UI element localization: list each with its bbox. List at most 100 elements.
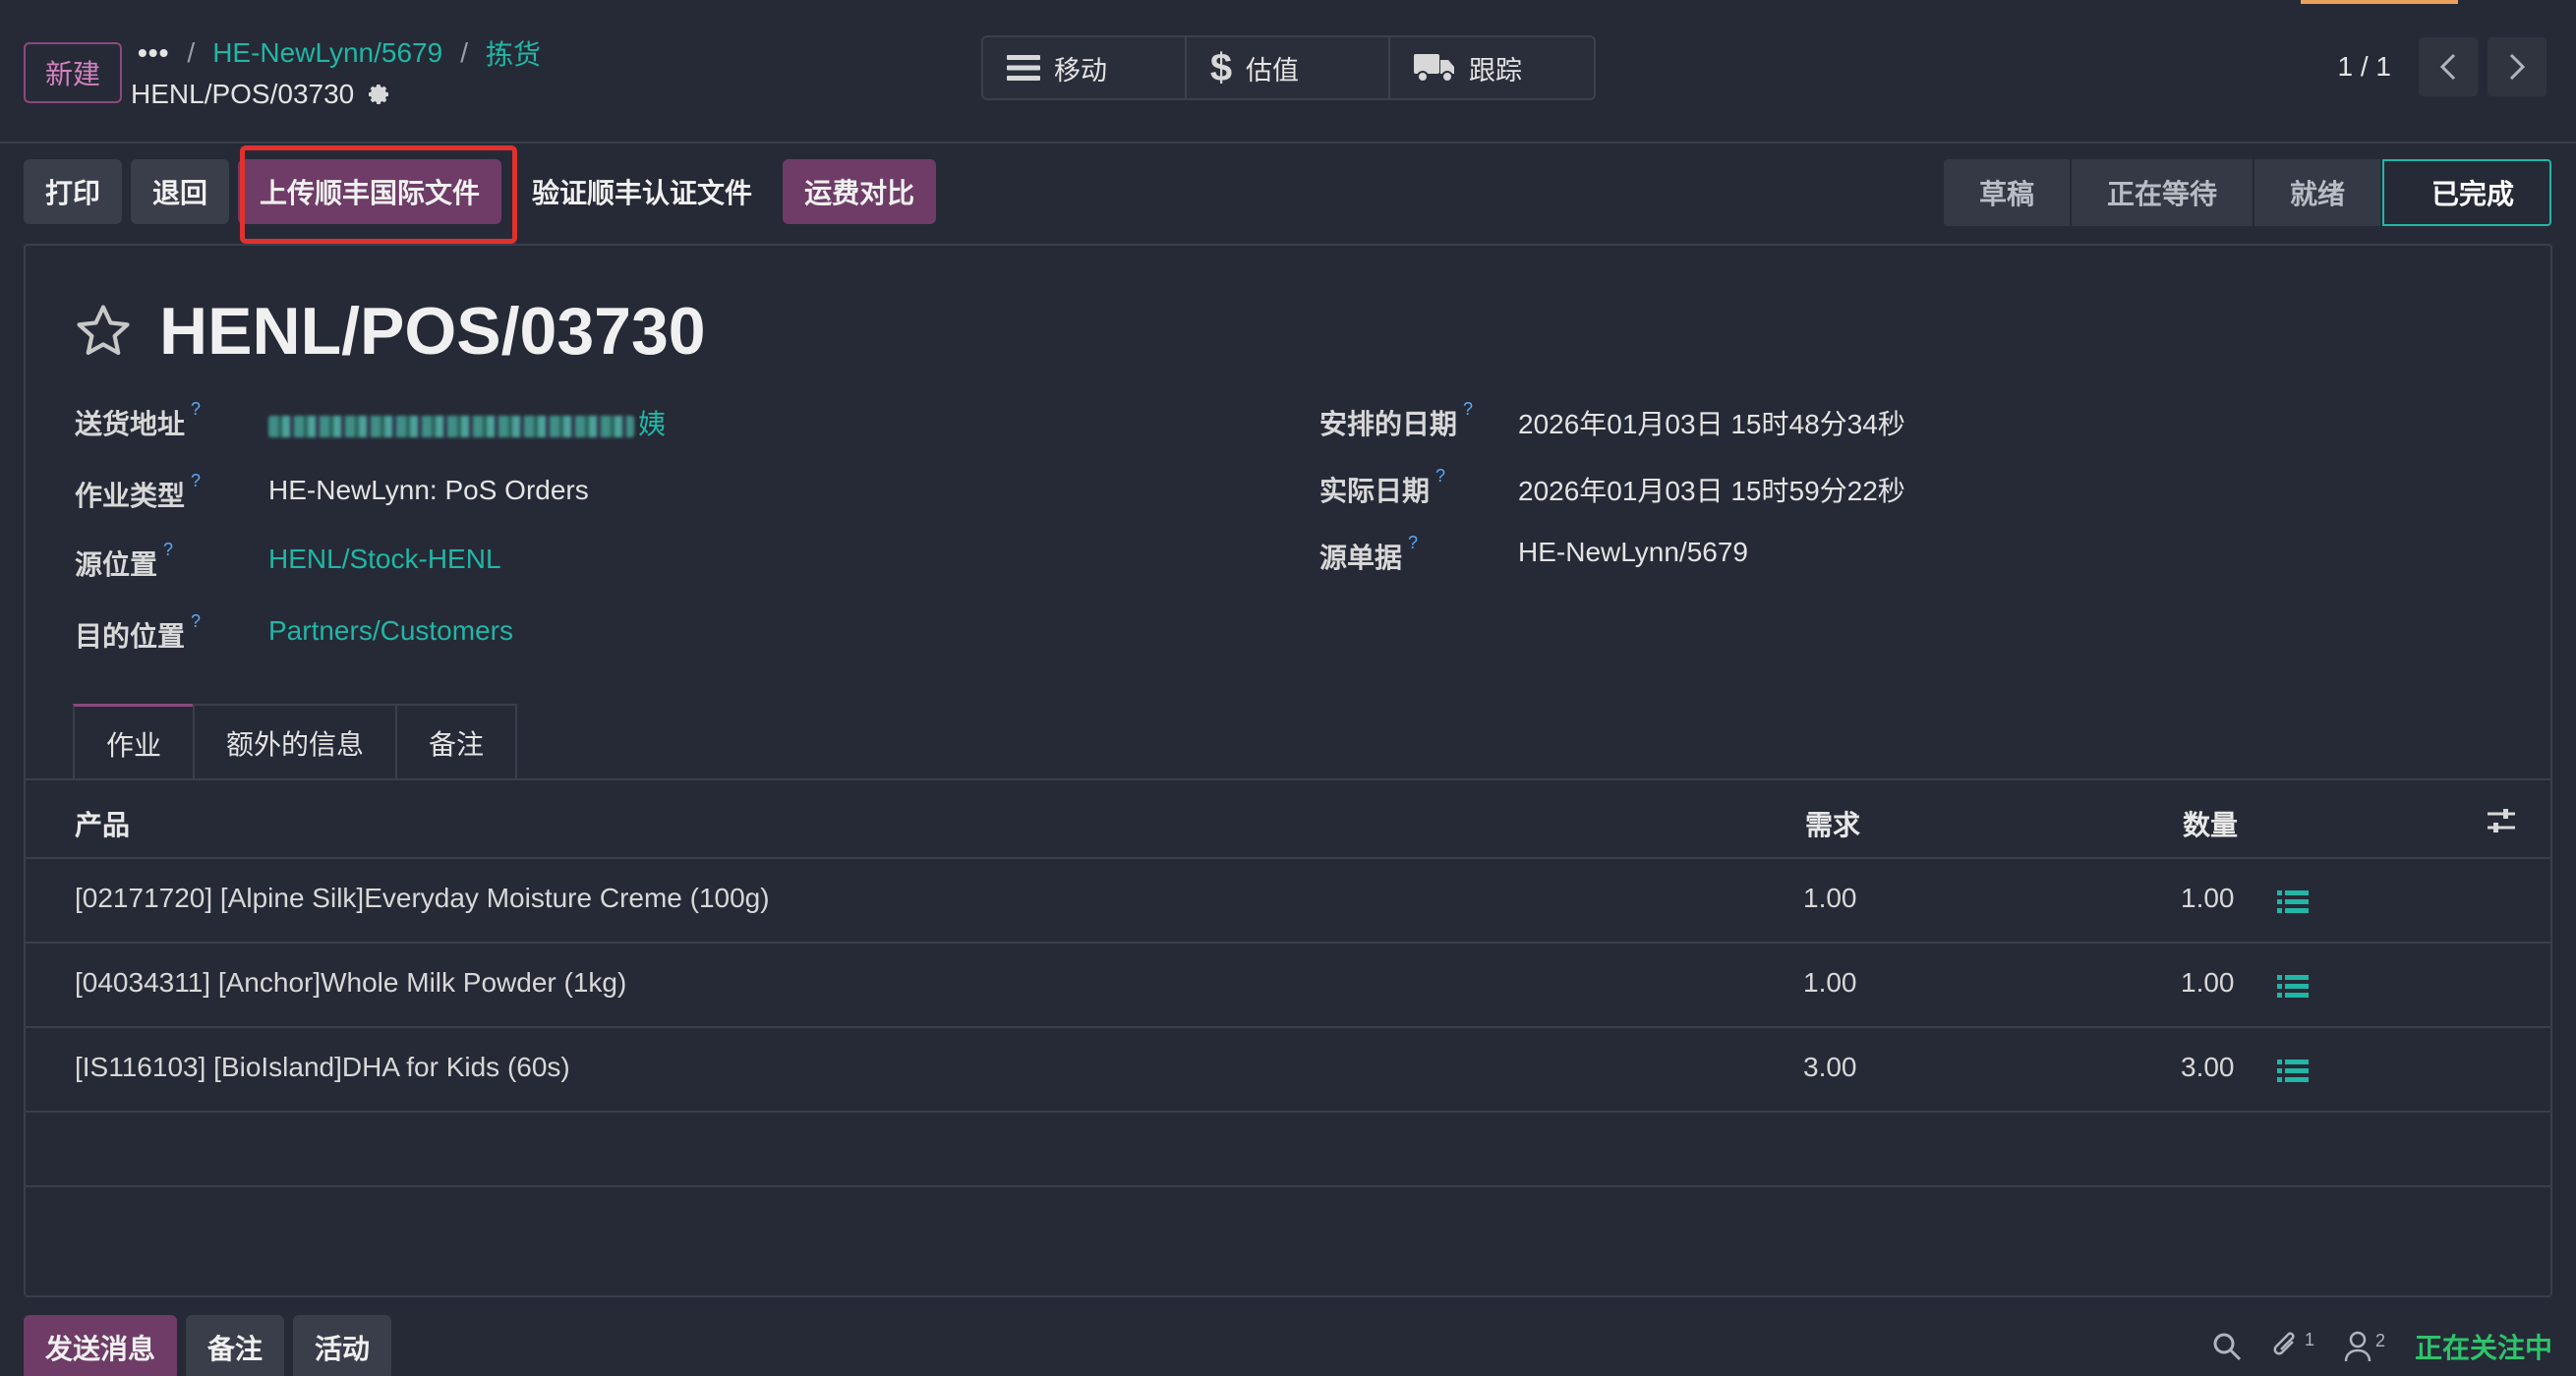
- followers-count: 2: [2374, 1331, 2385, 1350]
- activity-button[interactable]: 活动: [293, 1315, 392, 1376]
- followers-button[interactable]: 2: [2344, 1331, 2385, 1362]
- valuation-smart-button[interactable]: $ 估值: [1187, 37, 1390, 98]
- search-icon[interactable]: [2212, 1332, 2242, 1361]
- pager-previous-button[interactable]: [2419, 37, 2478, 96]
- source-location-link[interactable]: HENL/Stock-HENL: [268, 544, 501, 575]
- breadcrumb-separator: /: [187, 37, 196, 68]
- truck-icon: [1414, 54, 1454, 83]
- field-effective-date: 实际日期 ? 2026年01月03日 15时59分22秒: [1319, 466, 1905, 509]
- tab-additional-info[interactable]: 额外的信息: [193, 704, 398, 780]
- quantity-cell[interactable]: 1.00: [2181, 883, 2235, 914]
- pager-next-button[interactable]: [2488, 37, 2547, 96]
- breadcrumb-more-button[interactable]: •••: [138, 37, 169, 69]
- effective-date-value[interactable]: 2026年01月03日 15时59分22秒: [1518, 470, 1905, 509]
- redacted-address: [268, 415, 634, 437]
- svg-text:$: $: [1210, 48, 1232, 87]
- stage-waiting[interactable]: 正在等待: [2071, 159, 2254, 226]
- help-icon[interactable]: ?: [163, 540, 173, 560]
- help-icon[interactable]: ?: [191, 399, 201, 420]
- chatter-topbar-right: 1 2 正在关注中: [2212, 1327, 2552, 1366]
- help-icon[interactable]: ?: [191, 471, 201, 491]
- column-demand[interactable]: 需求: [1805, 804, 1860, 843]
- quantity-cell[interactable]: 3.00: [2181, 1052, 2235, 1083]
- table-row[interactable]: [04034311] [Anchor]Whole Milk Powder (1k…: [26, 944, 2550, 1028]
- stage-done[interactable]: 已完成: [2381, 159, 2551, 226]
- scheduled-date-value[interactable]: 2026年01月03日 15时48分34秒: [1518, 403, 1905, 442]
- star-icon[interactable]: [73, 301, 134, 362]
- return-button[interactable]: 退回: [131, 159, 230, 224]
- detailed-operations-icon[interactable]: [2277, 889, 2309, 916]
- field-source-location: 源位置 ? HENL/Stock-HENL: [75, 540, 501, 583]
- chevron-left-icon: [2439, 53, 2456, 81]
- breadcrumb-separator: /: [460, 37, 468, 68]
- demand-cell[interactable]: 1.00: [1803, 883, 1857, 914]
- record-name-text: HENL/POS/03730: [131, 79, 355, 109]
- dollar-icon: $: [1210, 48, 1232, 87]
- new-button[interactable]: 新建: [24, 42, 122, 103]
- table-row[interactable]: [IS116103] [BioIsland]DHA for Kids (60s)…: [26, 1028, 2550, 1113]
- column-quantity[interactable]: 数量: [2183, 804, 2238, 843]
- pager-value[interactable]: 1 / 1: [2338, 51, 2391, 83]
- log-note-button[interactable]: 备注: [186, 1315, 285, 1376]
- stage-draft[interactable]: 草稿: [1943, 159, 2072, 226]
- detailed-operations-icon[interactable]: [2277, 1058, 2309, 1085]
- traceability-smart-button[interactable]: 跟踪: [1390, 37, 1594, 98]
- upload-sf-document-button[interactable]: 上传顺丰国际文件: [238, 159, 502, 224]
- source-document-value[interactable]: HE-NewLynn/5679: [1518, 537, 1748, 568]
- product-cell[interactable]: [IS116103] [BioIsland]DHA for Kids (60s): [75, 1052, 570, 1083]
- quantity-cell[interactable]: 1.00: [2181, 967, 2235, 999]
- chevron-right-icon: [2509, 53, 2526, 81]
- attachments-count: 1: [2304, 1330, 2314, 1349]
- empty-row: [26, 1113, 2550, 1187]
- gear-icon[interactable]: [368, 83, 391, 106]
- pager: 1 / 1: [2338, 37, 2547, 96]
- table-header: 产品 需求 数量: [26, 780, 2550, 859]
- field-label: 源位置: [75, 549, 158, 580]
- freight-compare-button[interactable]: 运费对比: [783, 159, 937, 224]
- print-button[interactable]: 打印: [24, 159, 123, 224]
- delivery-address-link[interactable]: 姨: [268, 403, 666, 442]
- help-icon[interactable]: ?: [1408, 533, 1418, 553]
- chatter-buttons: 发送消息 备注 活动: [24, 1315, 392, 1376]
- traceability-label: 跟踪: [1469, 55, 1522, 86]
- column-product[interactable]: 产品: [75, 804, 130, 843]
- optional-columns-icon[interactable]: [2486, 806, 2517, 835]
- moves-label: 移动: [1054, 55, 1107, 86]
- detailed-operations-icon[interactable]: [2277, 973, 2309, 1001]
- stage-ready[interactable]: 就绪: [2254, 159, 2382, 226]
- breadcrumb-parent-link[interactable]: HE-NewLynn/5679: [212, 37, 442, 69]
- destination-location-link[interactable]: Partners/Customers: [268, 615, 513, 647]
- record-name: HENL/POS/03730: [131, 79, 391, 110]
- demand-cell[interactable]: 1.00: [1803, 967, 1857, 999]
- field-scheduled-date: 安排的日期 ? 2026年01月03日 15时48分34秒: [1319, 399, 1905, 442]
- user-icon: [2344, 1331, 2371, 1362]
- accent-line: [2301, 0, 2458, 4]
- tab-notes[interactable]: 备注: [395, 704, 518, 780]
- page-title: HENL/POS/03730: [159, 294, 706, 369]
- attachments-button[interactable]: 1: [2271, 1330, 2314, 1363]
- breadcrumb: ••• / HE-NewLynn/5679 / 拣货: [138, 33, 541, 73]
- following-toggle[interactable]: 正在关注中: [2415, 1327, 2552, 1366]
- notebook-tabs: 作业 额外的信息 备注: [73, 704, 518, 780]
- help-icon[interactable]: ?: [191, 611, 201, 632]
- delivery-address-text: 姨: [638, 409, 667, 439]
- field-destination-location: 目的位置 ? Partners/Customers: [75, 611, 513, 655]
- help-icon[interactable]: ?: [1435, 466, 1445, 487]
- field-source-document: 源单据 ? HE-NewLynn/5679: [1319, 533, 1748, 576]
- paperclip-icon: [2273, 1332, 2295, 1355]
- demand-cell[interactable]: 3.00: [1803, 1052, 1857, 1083]
- valuation-label: 估值: [1246, 55, 1299, 86]
- field-label: 目的位置: [75, 621, 186, 652]
- tab-operations[interactable]: 作业: [73, 704, 196, 780]
- operation-type-value[interactable]: HE-NewLynn: PoS Orders: [268, 475, 589, 506]
- send-message-button[interactable]: 发送消息: [24, 1315, 178, 1376]
- product-cell[interactable]: [02171720] [Alpine Silk]Everyday Moistur…: [75, 883, 770, 914]
- table-row[interactable]: [02171720] [Alpine Silk]Everyday Moistur…: [26, 859, 2550, 944]
- moves-smart-button[interactable]: 移动: [983, 37, 1187, 98]
- field-label: 作业类型: [75, 481, 186, 511]
- breadcrumb-current-link[interactable]: 拣货: [486, 33, 541, 73]
- control-panel: 新建 ••• / HE-NewLynn/5679 / 拣货 HENL/POS/0…: [0, 0, 2576, 143]
- help-icon[interactable]: ?: [1463, 399, 1473, 420]
- product-cell[interactable]: [04034311] [Anchor]Whole Milk Powder (1k…: [75, 967, 626, 999]
- verify-sf-document-button[interactable]: 验证顺丰认证文件: [510, 159, 774, 224]
